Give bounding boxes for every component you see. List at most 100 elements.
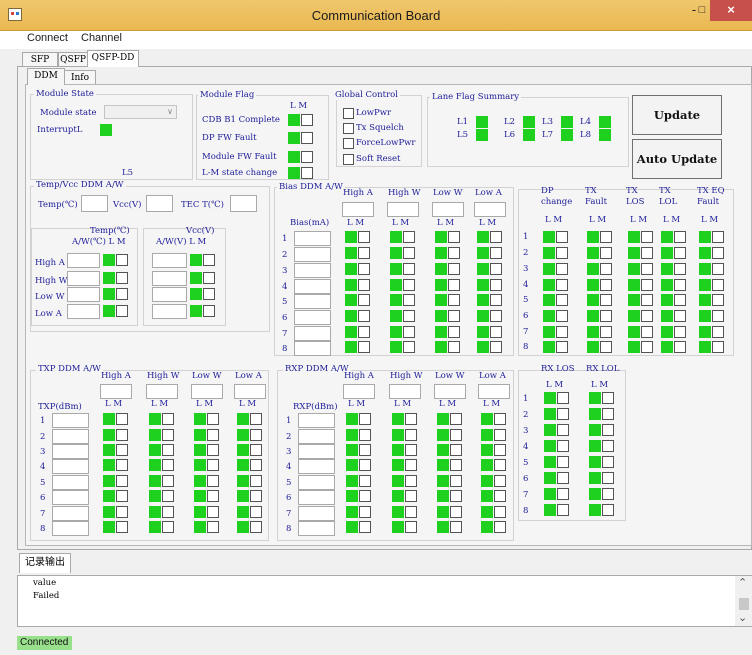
- tx-flag-m-indicator: [674, 326, 686, 338]
- tx-flag-l-indicator: [628, 341, 640, 353]
- tab-log-output[interactable]: 记录输出: [19, 553, 71, 573]
- rxp-lane-l-indicator: [437, 429, 449, 441]
- bias-lane-m-indicator: [403, 231, 415, 243]
- temp-threshold-input[interactable]: [67, 287, 100, 302]
- global-control-checkbox[interactable]: [343, 138, 354, 149]
- tab-sfp[interactable]: SFP: [22, 52, 58, 67]
- txp-lane-m-indicator: [116, 444, 128, 456]
- rxp-lane-m-indicator: [494, 459, 506, 471]
- rxp-threshold-input[interactable]: [478, 384, 510, 399]
- global-control-checkbox[interactable]: [343, 154, 354, 165]
- module-flag-m-indicator: [301, 114, 313, 126]
- bias-lane-m-indicator: [358, 231, 370, 243]
- txp-threshold-input[interactable]: [234, 384, 266, 399]
- tx-flag-l-indicator: [661, 231, 673, 243]
- maximize-button[interactable]: □: [694, 0, 710, 21]
- tx-flag-l-indicator: [628, 263, 640, 275]
- auto-update-button[interactable]: Auto Update: [632, 139, 722, 179]
- temp-threshold-input[interactable]: [67, 271, 100, 286]
- module-flag-m-indicator: [301, 132, 313, 144]
- tx-flag-subtitle: LOL: [659, 197, 678, 207]
- vcc-threshold-input[interactable]: [152, 271, 187, 286]
- rxp-lane-l-indicator: [437, 475, 449, 487]
- tx-flag-lane-label: 4: [523, 280, 529, 290]
- scroll-thumb[interactable]: [739, 598, 749, 610]
- txp-column-header: High A: [101, 371, 131, 381]
- vcc-threshold-input[interactable]: [152, 253, 187, 268]
- bias-lane-m-indicator: [448, 310, 460, 322]
- module-flag-l-indicator: [288, 114, 300, 126]
- rx-flag-lane-label: 7: [523, 490, 529, 500]
- menu-connect[interactable]: Connect: [27, 32, 68, 44]
- rx-flag-lane-label: 3: [523, 426, 529, 436]
- global-control-title: Global Control: [333, 90, 400, 100]
- global-control-checkbox[interactable]: [343, 108, 354, 119]
- rxp-threshold-input[interactable]: [434, 384, 466, 399]
- txp-lane-m-indicator: [162, 444, 174, 456]
- bias-threshold-input[interactable]: [387, 202, 419, 217]
- txp-lane-label: 2: [40, 432, 46, 442]
- tx-flag-l-indicator: [587, 341, 599, 353]
- txp-lane-l-indicator: [194, 413, 206, 425]
- txp-lane-m-indicator: [207, 475, 219, 487]
- rxp-lm-header: L M: [439, 399, 457, 409]
- rxp-lane-m-indicator: [450, 459, 462, 471]
- rxp-lane-m-indicator: [405, 444, 417, 456]
- txp-threshold-input[interactable]: [146, 384, 178, 399]
- temp-threshold-l-indicator: [103, 272, 115, 284]
- tx-flag-lm: L M: [701, 215, 719, 225]
- tec-label: TEC T(℃): [181, 200, 224, 210]
- global-control-checkbox[interactable]: [343, 123, 354, 134]
- tab-qsfp-dd[interactable]: QSFP-DD: [87, 50, 139, 67]
- vcc-threshold-input[interactable]: [152, 287, 187, 302]
- bias-threshold-input[interactable]: [474, 202, 506, 217]
- temp-label: Temp(℃): [38, 200, 78, 210]
- tx-flag-l-indicator: [543, 310, 555, 322]
- rxp-lane-m-indicator: [405, 475, 417, 487]
- menu-channel[interactable]: Channel: [81, 32, 122, 44]
- txp-threshold-input[interactable]: [100, 384, 132, 399]
- module-state-select[interactable]: ∨: [104, 105, 177, 119]
- txp-lane-label: 3: [40, 447, 46, 457]
- rxp-threshold-input[interactable]: [343, 384, 375, 399]
- rxp-lane-m-indicator: [359, 429, 371, 441]
- rxp-threshold-input[interactable]: [389, 384, 421, 399]
- vcc-hdr1: Vcc(V): [186, 226, 215, 236]
- vcc-threshold-input[interactable]: [152, 304, 187, 319]
- rxp-lane-value: [298, 506, 335, 521]
- txp-lane-m-indicator: [250, 521, 262, 533]
- tab-info[interactable]: Info: [64, 70, 96, 85]
- tx-flag-m-indicator: [641, 247, 653, 259]
- bias-threshold-input[interactable]: [432, 202, 464, 217]
- txp-lane-l-indicator: [149, 521, 161, 533]
- scroll-down-icon[interactable]: ⌄: [738, 611, 747, 624]
- txp-lane-label: 6: [40, 493, 46, 503]
- update-button[interactable]: Update: [632, 95, 722, 135]
- temp-value: [81, 195, 108, 212]
- log-output[interactable]: [17, 575, 752, 627]
- module-state-title: Module State: [34, 89, 96, 99]
- tx-flag-subtitle: Fault: [697, 197, 719, 207]
- txp-threshold-input[interactable]: [191, 384, 223, 399]
- txp-lane-l-indicator: [194, 444, 206, 456]
- rxp-lane-l-indicator: [392, 444, 404, 456]
- tab-qsfp[interactable]: QSFP: [58, 52, 88, 67]
- bias-lane-m-indicator: [490, 231, 502, 243]
- temp-threshold-input[interactable]: [67, 253, 100, 268]
- temp-threshold-input[interactable]: [67, 304, 100, 319]
- scroll-up-icon[interactable]: ⌃: [738, 576, 747, 589]
- bias-lane-value: [294, 231, 331, 246]
- txp-lane-m-indicator: [207, 444, 219, 456]
- txp-lane-l-indicator: [237, 413, 249, 425]
- bias-lane-l-indicator: [477, 326, 489, 338]
- txp-lm-header: L M: [239, 399, 257, 409]
- temp-threshold-l-indicator: [103, 288, 115, 300]
- vcc-threshold-l-indicator: [190, 288, 202, 300]
- bias-lane-l-indicator: [345, 247, 357, 259]
- lane-flag-indicator: [561, 129, 573, 141]
- bias-threshold-input[interactable]: [342, 202, 374, 217]
- tab-ddm[interactable]: DDM: [27, 68, 65, 85]
- bias-lane-m-indicator: [490, 279, 502, 291]
- tx-flag-m-indicator: [600, 247, 612, 259]
- close-button[interactable]: ×: [710, 0, 752, 21]
